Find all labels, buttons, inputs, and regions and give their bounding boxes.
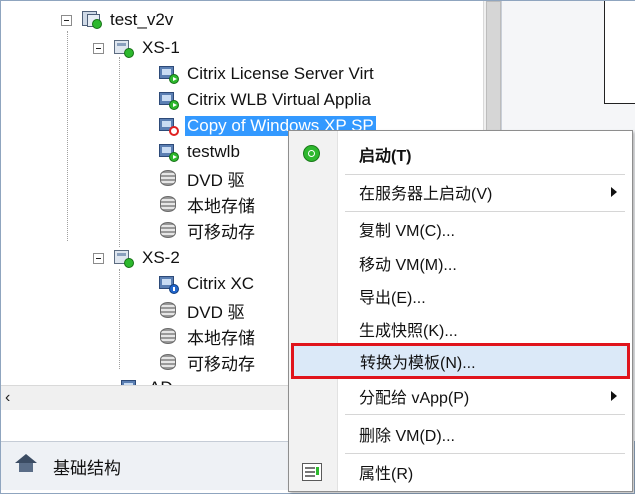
tree-guide-line [119, 57, 121, 247]
tree-guide-line [119, 269, 121, 369]
start-icon [303, 145, 320, 162]
tree-node-vm[interactable]: Citrix License Server Virt [159, 61, 376, 87]
tree-node-label: Citrix XC [187, 274, 255, 293]
detail-panel-content [604, 1, 635, 104]
submenu-arrow-icon [611, 391, 617, 401]
infrastructure-nav-button[interactable]: 基础结构 [1, 441, 301, 490]
menu-item-label: 删除 VM(D)... [359, 428, 455, 445]
menu-item-label: 导出(E)... [359, 290, 426, 307]
tree-node-sr[interactable]: 本地存储 [159, 191, 257, 217]
menu-item-assign-to-vapp[interactable]: 分配给 vApp(P) [289, 379, 632, 413]
menu-item-label: 复制 VM(C)... [359, 223, 455, 240]
menu-separator [345, 453, 625, 454]
tree-node-vm[interactable]: testwlb [159, 139, 242, 165]
tree-node-label: 本地存储 [187, 196, 255, 216]
menu-item-label: 分配给 vApp(P) [359, 390, 470, 407]
server-icon [114, 248, 134, 268]
tree-node-host-xs2[interactable]: XS-2 [93, 245, 182, 271]
vm-running-icon [159, 64, 179, 84]
tree-node-sr[interactable]: DVD 驱 [159, 297, 247, 323]
storage-repository-icon [159, 352, 179, 372]
menu-item-export[interactable]: 导出(E)... [289, 279, 632, 313]
tree-guide-line [67, 31, 69, 241]
storage-repository-icon [159, 220, 179, 240]
menu-item-take-snapshot[interactable]: 生成快照(K)... [289, 312, 632, 346]
menu-item-label: 移动 VM(M)... [359, 257, 457, 274]
menu-item-label: 属性(R) [359, 466, 414, 483]
tree-node-label: DVD 驱 [187, 170, 245, 190]
submenu-arrow-icon [611, 187, 617, 197]
menu-item-copy-vm[interactable]: 复制 VM(C)... [289, 212, 632, 246]
menu-separator [345, 414, 625, 415]
menu-item-label: 生成快照(K)... [359, 323, 458, 340]
tree-node-sr[interactable]: DVD 驱 [159, 165, 247, 191]
storage-repository-icon [159, 168, 179, 188]
tree-node-label: 可移动存 [187, 222, 255, 242]
menu-item-properties[interactable]: 属性(R) [289, 455, 632, 489]
tree-node-label: Citrix WLB Virtual Applia [187, 90, 371, 109]
menu-item-label: 在服务器上启动(V) [359, 186, 493, 203]
vm-running-icon [159, 142, 179, 162]
tree-node-label: 本地存储 [187, 328, 255, 348]
menu-item-label: 转换为模板(N)... [360, 355, 476, 372]
pool-icon [82, 10, 102, 30]
menu-item-convert-to-template[interactable]: 转换为模板(N)... [291, 343, 630, 379]
storage-repository-icon [159, 300, 179, 320]
menu-item-delete-vm[interactable]: 删除 VM(D)... [289, 417, 632, 451]
tree-node-vm[interactable]: Citrix XC [159, 271, 256, 297]
tree-node-sr[interactable]: 可移动存 [159, 217, 257, 243]
storage-repository-icon [159, 326, 179, 346]
tree-node-label: XS-2 [142, 248, 180, 267]
tree-node-sr[interactable]: 可移动存 [159, 349, 257, 375]
menu-item-label: 启动(T) [359, 148, 412, 165]
tree-node-label: DVD 驱 [187, 302, 245, 322]
tree-node-label: XS-1 [142, 38, 180, 57]
tree-node-label: 可移动存 [187, 354, 255, 374]
context-menu: 启动(T) 在服务器上启动(V) 复制 VM(C)... 移动 VM(M)...… [288, 130, 633, 492]
scroll-left-icon[interactable]: ‹ [5, 389, 10, 407]
home-icon [15, 454, 37, 472]
menu-item-start-on-server[interactable]: 在服务器上启动(V) [289, 175, 632, 209]
tree-node-sr[interactable]: 本地存储 [159, 323, 257, 349]
menu-item-start[interactable]: 启动(T) [289, 137, 632, 171]
tree-node-vm[interactable]: Citrix WLB Virtual Applia [159, 87, 373, 113]
properties-icon [302, 463, 322, 481]
server-icon [114, 38, 134, 58]
tree-node-label: test_v2v [110, 10, 174, 29]
vm-info-icon [159, 274, 179, 294]
collapse-toggle[interactable] [93, 252, 104, 264]
tree-node-label: Citrix License Server Virt [187, 64, 374, 83]
tree-node-pool[interactable]: test_v2v [61, 7, 175, 33]
vm-running-icon [159, 90, 179, 110]
storage-repository-icon [159, 194, 179, 214]
infrastructure-label: 基础结构 [53, 459, 121, 478]
vm-stopped-icon [159, 116, 179, 136]
tree-node-host-xs1[interactable]: XS-1 [93, 35, 182, 61]
collapse-toggle[interactable] [93, 42, 104, 54]
menu-item-move-vm[interactable]: 移动 VM(M)... [289, 246, 632, 280]
tree-node-label: testwlb [187, 142, 240, 161]
collapse-toggle[interactable] [61, 14, 72, 26]
